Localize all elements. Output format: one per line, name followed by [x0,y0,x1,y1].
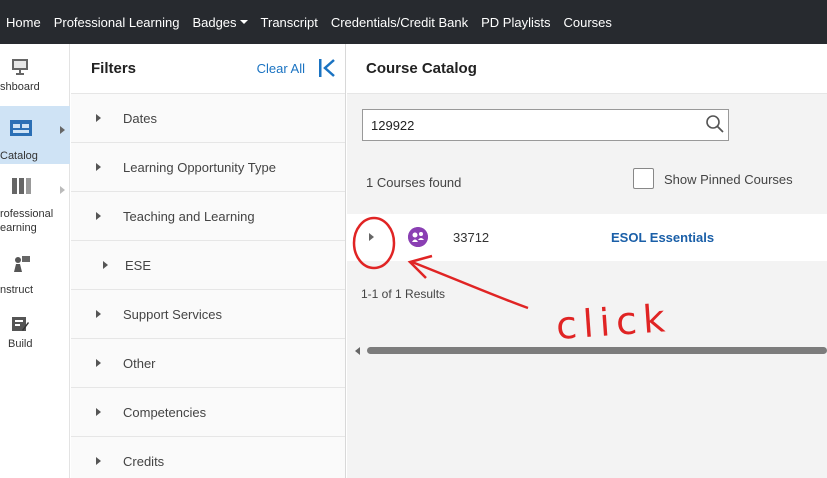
search-icon[interactable] [705,114,725,134]
clear-all-link[interactable]: Clear All [257,61,305,76]
table-row: 33712 ESOL Essentials [347,214,827,261]
nav-professional-learning[interactable]: Professional Learning [54,15,180,30]
expand-arrow-icon [96,310,101,318]
filter-label: Teaching and Learning [123,208,255,224]
nav-credentials[interactable]: Credentials/Credit Bank [331,15,468,30]
expand-arrow-icon [96,359,101,367]
rail-label-learning: earning [0,222,37,234]
filter-teaching-and-learning[interactable]: Teaching and Learning [71,192,345,241]
filter-label: Support Services [123,306,222,322]
filters-header: Filters Clear All [71,44,345,94]
filter-dates[interactable]: Dates [71,94,345,143]
filter-support-services[interactable]: Support Services [71,290,345,339]
rail-label-dashboard: shboard [0,81,40,93]
professional-learning-icon [12,178,31,194]
nav-home[interactable]: Home [6,15,41,30]
expand-arrow-icon [96,114,101,122]
filter-label: ESE [125,257,152,273]
nav-badges[interactable]: Badges [192,14,248,30]
filter-competencies[interactable]: Competencies [71,388,345,437]
page-title: Course Catalog [347,44,827,94]
chevron-down-icon [239,20,248,24]
nav-transcript[interactable]: Transcript [261,15,318,30]
catalog-body: 1 Courses found Show Pinned Courses 3371… [347,94,827,478]
catalog-icon [10,120,32,136]
expand-arrow-icon [96,457,101,465]
expand-row-icon[interactable] [369,233,374,241]
filter-label: Other [123,355,156,371]
rail-label-instruct: nstruct [0,284,34,296]
filter-other[interactable]: Other [71,339,345,388]
results-count: 1-1 of 1 Results [361,287,446,301]
top-navigation-bar: Home Professional Learning Badges Transc… [0,0,827,44]
search-input[interactable] [362,109,729,141]
rail-item-dashboard[interactable]: shboard [0,44,70,104]
show-pinned-checkbox[interactable] [633,168,654,189]
rail-label-build: Build [8,338,33,350]
expand-arrow-icon [96,163,101,171]
instruct-icon [14,256,30,272]
nav-pd-playlists[interactable]: PD Playlists [481,15,550,30]
expand-arrow-icon [96,408,101,416]
rail-item-professional-learning[interactable]: rofessional earning [0,174,70,244]
collapse-panel-icon[interactable] [317,56,339,80]
rail-item-build[interactable]: Build [0,306,70,356]
filters-panel: Filters Clear All Dates Learning Opportu… [71,44,346,478]
chevron-right-icon [60,126,65,134]
rail-item-catalog[interactable]: Catalog [0,106,70,164]
filter-credits[interactable]: Credits [71,437,345,478]
build-icon [12,317,29,331]
dashboard-icon [12,59,28,75]
filter-label: Credits [123,453,165,469]
expand-arrow-icon [103,261,108,269]
course-type-icon [408,227,428,247]
left-icon-rail: shboard Catalog rofessional earning nstr… [0,44,70,478]
course-name-link[interactable]: ESOL Essentials [611,230,714,245]
rail-label-catalog: Catalog [0,150,38,162]
course-id: 33712 [453,230,490,245]
filters-title: Filters [91,60,137,77]
annotation-text: click [554,296,673,348]
filter-label: Dates [123,110,157,126]
filter-label: Learning Opportunity Type [123,159,276,175]
filter-label: Competencies [123,404,207,420]
course-catalog-panel: Course Catalog 1 Courses found Show Pinn… [347,44,827,478]
expand-arrow-icon [96,212,101,220]
courses-found-count: 1 Courses found [366,175,462,190]
rail-item-instruct[interactable]: nstruct [0,248,70,302]
rail-label-professional: rofessional [0,208,54,220]
scroll-left-arrow-icon[interactable] [355,347,360,355]
nav-courses[interactable]: Courses [564,15,612,30]
filter-learning-opportunity-type[interactable]: Learning Opportunity Type [71,143,345,192]
show-pinned-label[interactable]: Show Pinned Courses [664,172,793,187]
nav-badges-label: Badges [192,14,237,30]
horizontal-scrollbar[interactable] [367,347,827,354]
filter-ese[interactable]: ESE [71,241,345,290]
chevron-right-icon [60,186,65,194]
